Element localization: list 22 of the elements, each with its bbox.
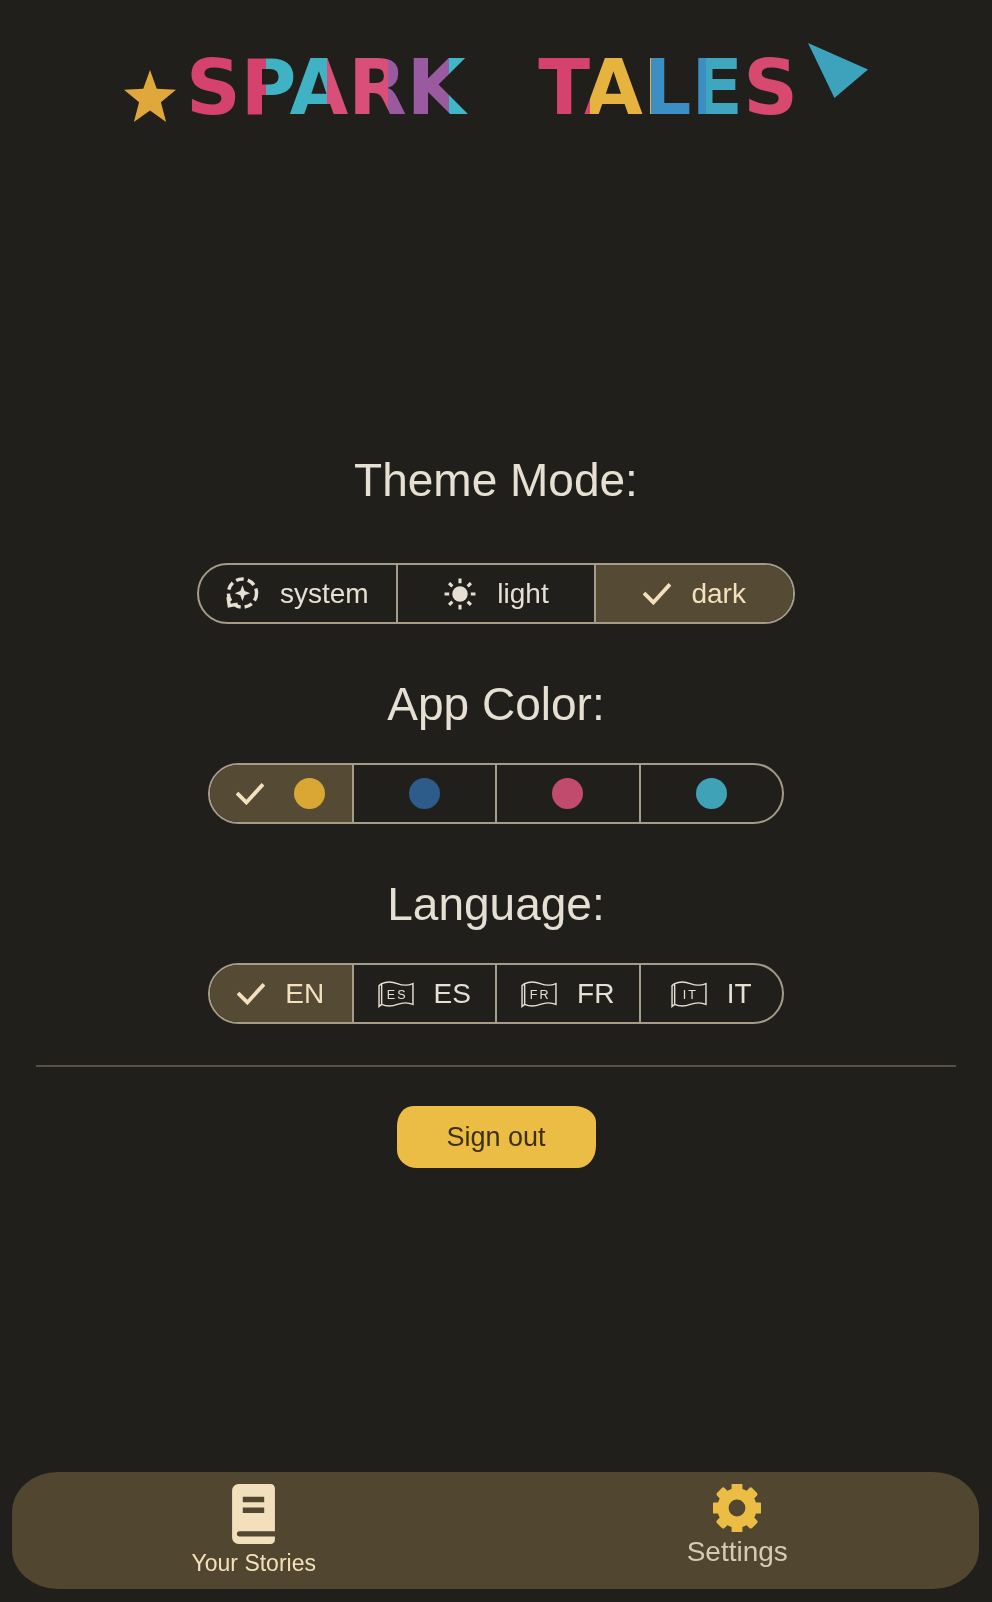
sun-icon: [443, 576, 478, 611]
sign-out-button[interactable]: Sign out: [396, 1106, 596, 1168]
sparkle-circle-icon: [226, 576, 260, 611]
language-option[interactable]: IT IT: [638, 965, 782, 1022]
section-heading: Theme Mode:: [354, 453, 638, 508]
book-icon: [232, 1484, 276, 1544]
theme-option[interactable]: dark: [594, 565, 793, 622]
language-option[interactable]: EN: [210, 965, 352, 1022]
nav-tab[interactable]: Settings: [686, 1472, 788, 1568]
color-option[interactable]: [210, 765, 352, 822]
section-heading: Language:: [387, 877, 605, 932]
star-icon: [124, 70, 176, 122]
theme-option[interactable]: system: [199, 565, 396, 622]
check-icon: [643, 582, 672, 605]
triangle-icon: [808, 43, 868, 98]
language-option[interactable]: FR FR: [495, 965, 639, 1022]
language-option[interactable]: ES ES: [351, 965, 495, 1022]
nav-tab[interactable]: Your Stories: [191, 1472, 316, 1578]
check-icon: [237, 982, 266, 1005]
section-heading: App Color:: [387, 677, 605, 732]
check-icon: [236, 782, 265, 805]
gear-icon: [713, 1484, 762, 1532]
